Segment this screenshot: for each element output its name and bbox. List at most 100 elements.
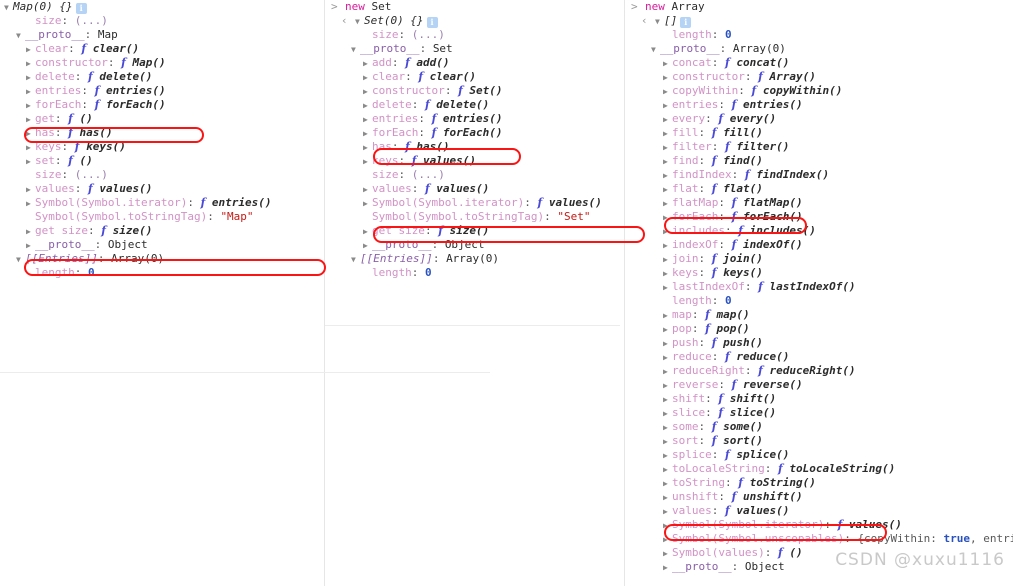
info-badge-icon[interactable]: i	[680, 17, 692, 28]
expand-triangle-right-icon[interactable]: ▶	[363, 71, 372, 85]
object-tree-row[interactable]: ▶ filter: f filter()	[625, 140, 1013, 154]
expand-triangle-right-icon[interactable]: ▶	[26, 85, 35, 99]
object-tree-row[interactable]: ▶ get size: f size()	[0, 224, 324, 238]
object-tree-row[interactable]: ▶ forEach: f forEach()	[625, 210, 1013, 224]
expand-triangle-right-icon[interactable]: ▶	[663, 57, 672, 71]
object-tree-row[interactable]: ▶ concat: f concat()	[625, 56, 1013, 70]
object-tree-row[interactable]: ▶ Symbol(Symbol.unscopables): {copyWithin…	[625, 532, 1013, 546]
expand-triangle-right-icon[interactable]: ▶	[663, 547, 672, 561]
expand-triangle-down-icon[interactable]: ▼	[655, 15, 664, 29]
expand-triangle-right-icon[interactable]: ▶	[663, 379, 672, 393]
expand-triangle-right-icon[interactable]: ▶	[26, 183, 35, 197]
expand-triangle-right-icon[interactable]: ▶	[663, 491, 672, 505]
object-tree-row[interactable]: ▶ Symbol(Symbol.iterator): f values()	[625, 518, 1013, 532]
object-tree-row[interactable]: ▶ findIndex: f findIndex()	[625, 168, 1013, 182]
object-tree-row[interactable]: ▶ entries: f entries()	[325, 112, 624, 126]
expand-triangle-right-icon[interactable]: ▶	[663, 393, 672, 407]
expand-triangle-right-icon[interactable]: ▶	[663, 197, 672, 211]
expand-triangle-right-icon[interactable]: ▶	[26, 99, 35, 113]
expand-triangle-right-icon[interactable]: ▶	[663, 477, 672, 491]
info-badge-icon[interactable]: i	[426, 17, 438, 28]
object-tree-row[interactable]: ▶ forEach: f forEach()	[0, 98, 324, 112]
object-tree-row[interactable]: ▶ every: f every()	[625, 112, 1013, 126]
expand-triangle-right-icon[interactable]: ▶	[663, 281, 672, 295]
object-tree-row[interactable]: ▶ delete: f delete()	[325, 98, 624, 112]
expand-triangle-right-icon[interactable]: ▶	[363, 239, 372, 253]
expand-triangle-right-icon[interactable]: ▶	[663, 505, 672, 519]
expand-triangle-right-icon[interactable]: ▶	[663, 407, 672, 421]
object-tree-row[interactable]: Symbol(Symbol.toStringTag): "Set"	[325, 210, 624, 224]
object-tree-row[interactable]: ▶ constructor: f Set()	[325, 84, 624, 98]
expand-triangle-down-icon[interactable]: ▼	[4, 1, 13, 15]
expand-triangle-right-icon[interactable]: ▶	[663, 225, 672, 239]
object-tree-row[interactable]: ▶ splice: f splice()	[625, 448, 1013, 462]
expand-triangle-right-icon[interactable]: ▶	[363, 85, 372, 99]
object-tree-row[interactable]: ▶ constructor: f Map()	[0, 56, 324, 70]
object-tree-row[interactable]: ▶ fill: f fill()	[625, 126, 1013, 140]
expand-triangle-right-icon[interactable]: ▶	[663, 253, 672, 267]
object-tree-row[interactable]: ▶ delete: f delete()	[0, 70, 324, 84]
object-tree-row[interactable]: ▶ shift: f shift()	[625, 392, 1013, 406]
console-pane-set[interactable]: > new Set ‹ ▼ Set(0) {} i size: (...) ▼ __proto_…	[324, 0, 645, 586]
expand-triangle-right-icon[interactable]: ▶	[26, 141, 35, 155]
object-tree-row[interactable]: ▶ unshift: f unshift()	[625, 490, 1013, 504]
object-tree-row[interactable]: ▶ push: f push()	[625, 336, 1013, 350]
object-tree-row[interactable]: ▼ __proto__: Map	[0, 28, 324, 42]
expand-triangle-right-icon[interactable]: ▶	[26, 71, 35, 85]
expand-triangle-right-icon[interactable]: ▶	[26, 43, 35, 57]
expand-triangle-right-icon[interactable]: ▶	[663, 127, 672, 141]
expand-triangle-right-icon[interactable]: ▶	[663, 113, 672, 127]
console-input-row[interactable]: > new Set	[325, 0, 624, 14]
object-tree-row[interactable]: size: (...)	[0, 14, 324, 28]
expand-triangle-right-icon[interactable]: ▶	[26, 155, 35, 169]
expand-triangle-right-icon[interactable]: ▶	[663, 351, 672, 365]
object-tree-row[interactable]: ▶ includes: f includes()	[625, 224, 1013, 238]
expand-triangle-down-icon[interactable]: ▼	[351, 253, 360, 267]
object-tree-row[interactable]: ▶ toLocaleString: f toLocaleString()	[625, 462, 1013, 476]
object-tree-row[interactable]: ▶ some: f some()	[625, 420, 1013, 434]
expand-triangle-right-icon[interactable]: ▶	[663, 435, 672, 449]
expand-triangle-down-icon[interactable]: ▼	[16, 29, 25, 43]
object-tree-row[interactable]: ▶ map: f map()	[625, 308, 1013, 322]
object-tree-row[interactable]: ▶ entries: f entries()	[625, 98, 1013, 112]
expand-triangle-right-icon[interactable]: ▶	[663, 71, 672, 85]
object-tree-row[interactable]: length: 0	[325, 266, 624, 280]
expand-triangle-right-icon[interactable]: ▶	[26, 239, 35, 253]
expand-triangle-right-icon[interactable]: ▶	[363, 57, 372, 71]
expand-triangle-right-icon[interactable]: ▶	[663, 155, 672, 169]
expand-triangle-down-icon[interactable]: ▼	[651, 43, 660, 57]
object-tree-row[interactable]: size: (...)	[325, 28, 624, 42]
expand-triangle-right-icon[interactable]: ▶	[363, 197, 372, 211]
expand-triangle-right-icon[interactable]: ▶	[363, 183, 372, 197]
object-tree-row[interactable]: ▼ Map(0) {} i	[0, 0, 324, 14]
object-tree-row[interactable]: ▶ add: f add()	[325, 56, 624, 70]
expand-triangle-right-icon[interactable]: ▶	[663, 99, 672, 113]
expand-triangle-down-icon[interactable]: ▼	[351, 43, 360, 57]
console-input-row[interactable]: > new Array	[625, 0, 1013, 14]
object-tree-row[interactable]: length: 0	[0, 266, 324, 280]
object-tree-row[interactable]: ▶ clear: f clear()	[0, 42, 324, 56]
object-tree-row[interactable]: ▶ flat: f flat()	[625, 182, 1013, 196]
object-tree-row[interactable]: ▶ slice: f slice()	[625, 406, 1013, 420]
object-tree-row[interactable]: ▶ constructor: f Array()	[625, 70, 1013, 84]
object-tree-row[interactable]: ▶ has: f has()	[325, 140, 624, 154]
object-tree-row[interactable]: ▶ sort: f sort()	[625, 434, 1013, 448]
object-tree-row[interactable]: ▶ __proto__: Object	[0, 238, 324, 252]
expand-triangle-right-icon[interactable]: ▶	[663, 337, 672, 351]
object-tree-row[interactable]: ‹ ▼[] i	[625, 14, 1013, 28]
expand-triangle-right-icon[interactable]: ▶	[363, 225, 372, 239]
expand-triangle-down-icon[interactable]: ▼	[355, 15, 364, 29]
object-tree-row[interactable]: ▼ [[Entries]]: Array(0)	[325, 252, 624, 266]
object-tree-row[interactable]: ▶ has: f has()	[0, 126, 324, 140]
expand-triangle-right-icon[interactable]: ▶	[363, 155, 372, 169]
expand-triangle-right-icon[interactable]: ▶	[663, 365, 672, 379]
expand-triangle-right-icon[interactable]: ▶	[663, 183, 672, 197]
object-tree-row[interactable]: ▶ join: f join()	[625, 252, 1013, 266]
object-tree-row[interactable]: size: (...)	[0, 168, 324, 182]
object-tree-row[interactable]: ‹ ▼ Set(0) {} i	[325, 14, 624, 28]
expand-triangle-right-icon[interactable]: ▶	[26, 57, 35, 71]
object-tree-row[interactable]: ▶ pop: f pop()	[625, 322, 1013, 336]
expand-triangle-right-icon[interactable]: ▶	[26, 197, 35, 211]
object-tree-row[interactable]: length: 0	[625, 294, 1013, 308]
object-tree-row[interactable]: ▶ values: f values()	[625, 504, 1013, 518]
